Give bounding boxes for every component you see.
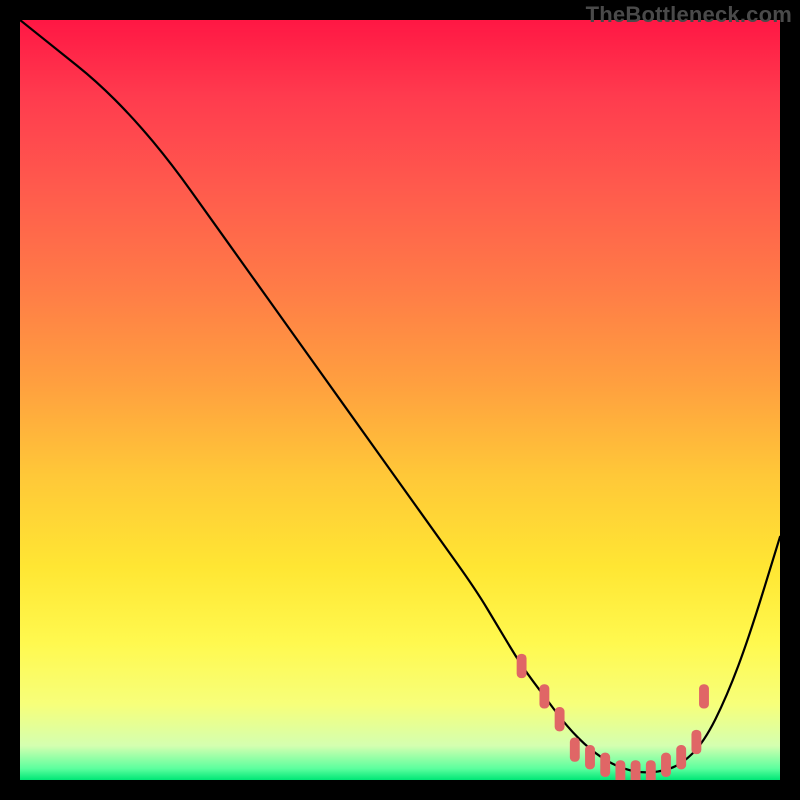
watermark-text: TheBottleneck.com xyxy=(586,2,792,28)
optimal-marker xyxy=(615,760,625,780)
optimal-marker xyxy=(570,737,580,761)
optimal-marker xyxy=(699,684,709,708)
optimal-marker xyxy=(691,730,701,754)
optimal-marker xyxy=(646,760,656,780)
optimal-marker xyxy=(539,684,549,708)
optimal-marker xyxy=(661,753,671,777)
optimal-marker xyxy=(631,760,641,780)
optimal-marker xyxy=(517,654,527,678)
optimal-marker xyxy=(676,745,686,769)
optimal-marker xyxy=(555,707,565,731)
optimal-marker xyxy=(585,745,595,769)
optimal-marker xyxy=(600,753,610,777)
bottleneck-chart xyxy=(20,20,780,780)
chart-background xyxy=(20,20,780,780)
